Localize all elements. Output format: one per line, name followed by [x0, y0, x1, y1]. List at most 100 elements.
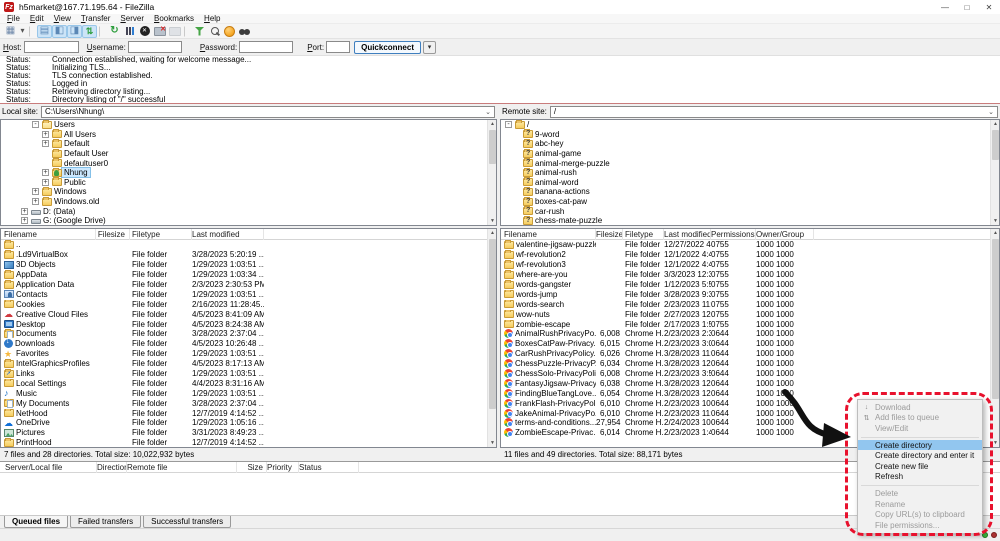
host-input[interactable]	[24, 41, 79, 53]
tree-item[interactable]: animal-rush	[501, 168, 999, 178]
chevron-down-icon[interactable]: ⌄	[483, 107, 493, 117]
file-row[interactable]: wf-revolution3 File folder 12/1/2022 4:4…	[501, 260, 999, 270]
menu-item[interactable]: Transfer	[76, 14, 116, 23]
file-row[interactable]: ChessSolo-PrivacyPoli... 6,008 Chrome H.…	[501, 369, 999, 379]
tree-expander-icon[interactable]: +	[42, 140, 49, 147]
toolbar-icon[interactable]	[29, 26, 35, 37]
tree-item[interactable]: + Windows	[1, 187, 496, 197]
column-filesize[interactable]: Filesize	[596, 229, 623, 240]
tree-item[interactable]: - Users	[1, 120, 496, 130]
scrollbar-thumb[interactable]	[489, 130, 496, 164]
maximize-button[interactable]: □	[956, 1, 978, 14]
tree-item[interactable]: + G: (Google Drive)	[1, 216, 496, 226]
file-row[interactable]: 3D Objects File folder 1/29/2023 1:03:51…	[1, 260, 496, 270]
tree-expander-icon[interactable]: +	[32, 198, 39, 205]
scrollbar-thumb[interactable]	[992, 239, 999, 399]
file-row[interactable]: .Ld9VirtualBox File folder 3/28/2023 5:2…	[1, 250, 496, 260]
tree-expander-icon[interactable]: +	[21, 208, 28, 215]
toolbar-icon[interactable]	[82, 25, 97, 38]
toolbar-icon[interactable]	[237, 25, 252, 38]
tree-expander-icon[interactable]: +	[21, 217, 28, 224]
file-row[interactable]: PrintHood File folder 12/7/2019 4:14:52 …	[1, 438, 496, 447]
tree-item[interactable]: animal-word	[501, 178, 999, 188]
password-input[interactable]	[239, 41, 293, 53]
column-owner-group[interactable]: Owner/Group	[756, 229, 814, 240]
context-menu-item[interactable]	[861, 435, 979, 438]
tree-item[interactable]: animal-game	[501, 149, 999, 159]
file-row[interactable]: wf-revolution2 File folder 12/1/2022 4:4…	[501, 250, 999, 260]
context-menu-item[interactable]: Create directory and enter it	[858, 450, 982, 461]
file-row[interactable]: Desktop File folder 4/5/2023 8:24:38 AM	[1, 319, 496, 329]
context-menu-item[interactable]: File permissions...	[858, 520, 982, 531]
scroll-down-icon[interactable]: ▼	[991, 439, 1000, 447]
context-menu-item[interactable]: Rename	[858, 499, 982, 510]
tree-expander-icon[interactable]: +	[42, 169, 49, 176]
remote-tree-scrollbar[interactable]: ▲ ▼	[990, 120, 999, 225]
file-row[interactable]: ChessPuzzle-PrivacyP... 6,034 Chrome H..…	[501, 359, 999, 369]
file-row[interactable]: zombie-escape File folder 2/17/2023 1:52…	[501, 319, 999, 329]
scroll-down-icon[interactable]: ▼	[991, 217, 1000, 225]
column-filetype[interactable]: Filetype	[130, 229, 192, 240]
scrollbar-thumb[interactable]	[992, 130, 999, 160]
chevron-down-icon[interactable]: ⌄	[986, 107, 996, 117]
queue-tab[interactable]: Successful transfers	[143, 516, 231, 528]
context-menu-item[interactable]	[861, 483, 979, 486]
column-filetype[interactable]: Filetype	[623, 229, 664, 240]
tree-item[interactable]: chess-mate-puzzle	[501, 216, 999, 226]
toolbar-icon[interactable]	[107, 25, 122, 38]
file-row[interactable]: Local Settings File folder 4/4/2023 8:31…	[1, 378, 496, 388]
file-row[interactable]: Favorites File folder 1/29/2023 1:03:51 …	[1, 349, 496, 359]
context-menu-item[interactable]: Create directory	[858, 440, 982, 451]
tree-item[interactable]: animal-merge-puzzle	[501, 158, 999, 168]
toolbar-icon[interactable]	[37, 25, 52, 38]
file-row[interactable]: where-are-you File folder 3/3/2023 12:33…	[501, 270, 999, 280]
toolbar-icon[interactable]	[184, 26, 190, 37]
toolbar-icon[interactable]	[192, 25, 207, 38]
tree-item[interactable]: + Nhung	[1, 168, 496, 178]
tree-expander-icon[interactable]: +	[42, 131, 49, 138]
file-row[interactable]: NetHood File folder 12/7/2019 4:14:52 ..…	[1, 408, 496, 418]
tree-item[interactable]: + All Users	[1, 130, 496, 140]
column-permissions[interactable]: Permissions	[711, 229, 756, 240]
quickconnect-dropdown-icon[interactable]: ▾	[423, 41, 436, 54]
queue-tab[interactable]: Failed transfers	[70, 516, 141, 528]
column-last-modified[interactable]: Last modified	[192, 229, 264, 240]
remote-path-combobox[interactable]: / ⌄	[550, 106, 998, 118]
port-input[interactable]	[326, 41, 350, 53]
column-filename[interactable]: Filename	[4, 229, 96, 240]
context-menu-item[interactable]: Add files to queue	[858, 413, 982, 424]
column-server-local-file[interactable]: Server/Local file	[5, 462, 97, 473]
tree-expander-icon[interactable]: +	[42, 179, 49, 186]
column-priority[interactable]: Priority	[267, 462, 299, 473]
scroll-down-icon[interactable]: ▼	[488, 439, 497, 447]
local-list-scrollbar[interactable]: ▲ ▼	[487, 229, 496, 447]
scroll-up-icon[interactable]: ▲	[488, 229, 497, 237]
file-row[interactable]: valentine-jigsaw-puzzle File folder 12/2…	[501, 240, 999, 250]
column-status[interactable]: Status	[299, 462, 359, 473]
local-tree-scrollbar[interactable]: ▲ ▼	[487, 120, 496, 225]
context-menu-item[interactable]: Create new file	[858, 461, 982, 472]
tree-item[interactable]: defaultuser0	[1, 158, 496, 168]
file-row[interactable]: Contacts File folder 1/29/2023 1:03:51 .…	[1, 289, 496, 299]
file-row[interactable]: BoxesCatPaw-Privacy... 6,015 Chrome H...…	[501, 339, 999, 349]
username-input[interactable]	[128, 41, 182, 53]
column-size[interactable]: Size	[237, 462, 267, 473]
toolbar-icon[interactable]	[52, 25, 67, 38]
file-row[interactable]: CarRushPrivacyPolicy... 6,026 Chrome H..…	[501, 349, 999, 359]
file-row[interactable]: Pictures File folder 3/31/2023 8:49:23 .…	[1, 428, 496, 438]
toolbar-icon[interactable]	[122, 25, 137, 38]
quickconnect-button[interactable]: Quickconnect	[354, 41, 421, 54]
tree-item[interactable]: 9-word	[501, 130, 999, 140]
tree-item[interactable]: boxes-cat-paw	[501, 197, 999, 207]
remote-list-scrollbar[interactable]: ▲ ▼	[990, 229, 999, 447]
file-row[interactable]: words-jump File folder 3/28/2023 9:30:..…	[501, 289, 999, 299]
file-row[interactable]: Links File folder 1/29/2023 1:03:51 ...	[1, 369, 496, 379]
toolbar-icon[interactable]	[167, 25, 182, 38]
scroll-up-icon[interactable]: ▲	[991, 120, 1000, 128]
tree-item[interactable]: abc-hey	[501, 139, 999, 149]
toolbar-icon[interactable]	[18, 25, 27, 38]
file-row[interactable]: Cookies File folder 2/16/2023 11:28:45..…	[1, 299, 496, 309]
tree-item[interactable]: + Windows.old	[1, 197, 496, 207]
file-row[interactable]: Documents File folder 3/28/2023 2:37:04 …	[1, 329, 496, 339]
menu-item[interactable]: View	[49, 14, 76, 23]
